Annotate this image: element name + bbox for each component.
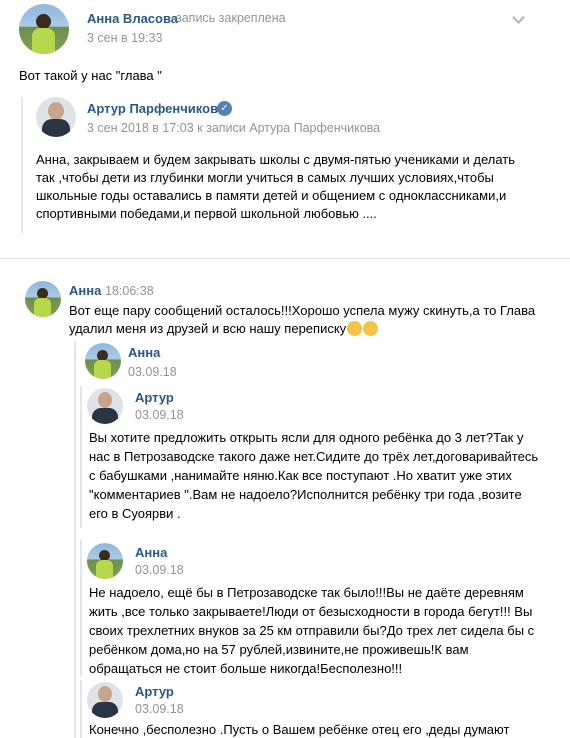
forward-author-name[interactable]: Анна [128,345,160,360]
post-text: Вот такой у нас "глава " [19,68,162,83]
avatar-anna[interactable] [85,343,121,379]
forward-bar [80,540,82,676]
forward-text: Не надоело, ещё бы в Петрозаводске так б… [89,585,535,676]
forward-date: 03.09.18 [135,563,184,577]
avatar-artur[interactable] [87,682,123,718]
avatar-face [48,102,64,120]
avatar-suit [92,702,118,718]
repost-author-name[interactable]: Артур Парфенчиков [87,101,218,116]
forward-bar [80,386,82,528]
forward-author-name[interactable]: Анна [135,545,167,560]
message-author-name[interactable]: Анна [69,283,101,298]
message-time: 18:06:38 [105,284,154,298]
divider [0,258,570,259]
post-author-name[interactable]: Анна Власова [87,11,178,26]
forward-bar [80,680,82,738]
repost-text: Анна, закрываем и будем закрывать школы … [36,152,516,221]
avatar-artur[interactable] [36,97,76,137]
avatar-suit [92,408,118,424]
pinned-label: запись закреплена [176,11,286,25]
avatar-anna[interactable] [87,543,123,579]
forward-text: Вы хотите предложить открыть ясли для од… [89,430,539,521]
avatar-body [34,298,51,317]
avatar-body [94,360,111,379]
verified-icon: ✓ [217,101,232,116]
forward-author-name[interactable]: Артур [135,684,174,699]
avatar-face [98,392,112,408]
avatar-body [96,560,113,579]
forward-date: 03.09.18 [128,365,177,379]
post-date[interactable]: 3 сен в 19:33 [87,31,162,45]
avatar-anna[interactable] [19,4,69,54]
repost-meta[interactable]: 3 сен 2018 в 17:03 к записи Артура Парфе… [87,121,380,135]
forward-author-name[interactable]: Артур [135,390,174,405]
forward-date: 03.09.18 [135,408,184,422]
avatar-anna[interactable] [25,281,61,317]
avatar-artur[interactable] [87,388,123,424]
blush-emoji-icon [347,321,363,336]
message-text: Вот еще пару сообщений осталось!!!Хорошо… [69,302,539,338]
forward-bar [74,341,76,738]
forward-date: 03.09.18 [135,702,184,716]
message-text-content: Вот еще пару сообщений осталось!!!Хорошо… [69,303,536,336]
repost-bar [21,97,23,233]
forward-text: Конечно ,бесполезно .Пусть о Вашем ребён… [89,722,510,737]
avatar-suit [42,119,70,137]
avatar-face [98,686,112,702]
chevron-down-icon[interactable] [512,11,525,24]
avatar-body [32,28,55,54]
avatar-figure [36,14,51,29]
flushed-emoji-icon [363,321,379,336]
